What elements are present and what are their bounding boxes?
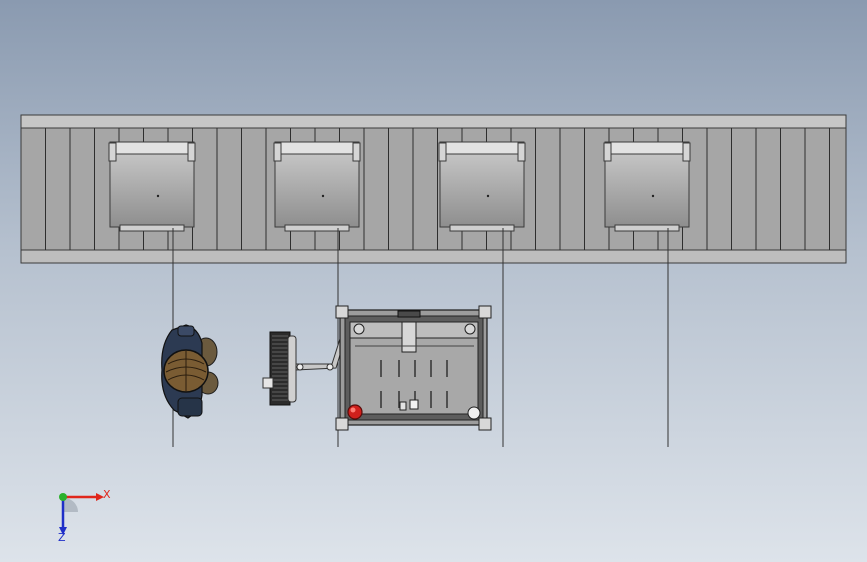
tote-latch-right bbox=[517, 142, 526, 162]
tote-lid bbox=[109, 141, 195, 155]
conveyor-top-rail bbox=[20, 114, 847, 129]
tote-latch-right bbox=[187, 142, 196, 162]
tote-latch-left bbox=[273, 142, 282, 162]
tote-latch-left bbox=[108, 142, 117, 162]
worker-arm-strap bbox=[177, 325, 195, 337]
z-axis-label: Z bbox=[58, 531, 66, 544]
tote-marker bbox=[156, 194, 160, 198]
tote-lid bbox=[604, 141, 690, 155]
hmi-button[interactable] bbox=[262, 377, 274, 389]
tote-marker bbox=[486, 194, 490, 198]
tote-base bbox=[119, 224, 185, 232]
corner-bracket-br bbox=[478, 417, 492, 431]
tote-lid bbox=[439, 141, 525, 155]
conveyor-bottom-rail bbox=[20, 249, 847, 264]
tote-marker bbox=[651, 194, 655, 198]
x-axis-label: X bbox=[103, 488, 111, 501]
tote-latch-right bbox=[352, 142, 361, 162]
tote-box[interactable] bbox=[108, 141, 196, 232]
corner-bracket-tl bbox=[335, 305, 349, 319]
tote-latch-left bbox=[438, 142, 447, 162]
workstation-frame[interactable] bbox=[335, 305, 492, 431]
indicator-lamp bbox=[467, 406, 481, 420]
emergency-stop-button[interactable] bbox=[347, 404, 363, 420]
tote-latch-right bbox=[682, 142, 691, 162]
hmi-screen bbox=[269, 331, 291, 406]
tote-marker bbox=[321, 194, 325, 198]
fixture-handle bbox=[397, 310, 421, 318]
tote-latch-left bbox=[603, 142, 612, 162]
hmi-control-panel[interactable] bbox=[262, 319, 351, 406]
tote-box[interactable] bbox=[603, 141, 691, 232]
tote-base bbox=[284, 224, 350, 232]
worker-shoulder bbox=[177, 397, 203, 417]
corner-bracket-tr bbox=[478, 305, 492, 319]
cad-viewport[interactable]: X Z bbox=[0, 0, 867, 562]
corner-bracket-bl bbox=[335, 417, 349, 431]
tote-box[interactable] bbox=[273, 141, 361, 232]
worker-figure[interactable] bbox=[161, 324, 219, 419]
tote-lid bbox=[274, 141, 360, 155]
fixture-hole-left bbox=[353, 323, 365, 335]
hmi-mount bbox=[287, 335, 297, 403]
fixture-hole-right bbox=[464, 323, 476, 335]
tote-box[interactable] bbox=[438, 141, 526, 232]
fixture-clamp bbox=[401, 321, 417, 353]
assembly-drawing bbox=[20, 114, 847, 535]
coordinate-triad bbox=[59, 493, 104, 535]
tote-base bbox=[614, 224, 680, 232]
y-axis-point bbox=[59, 493, 67, 501]
tote-base bbox=[449, 224, 515, 232]
